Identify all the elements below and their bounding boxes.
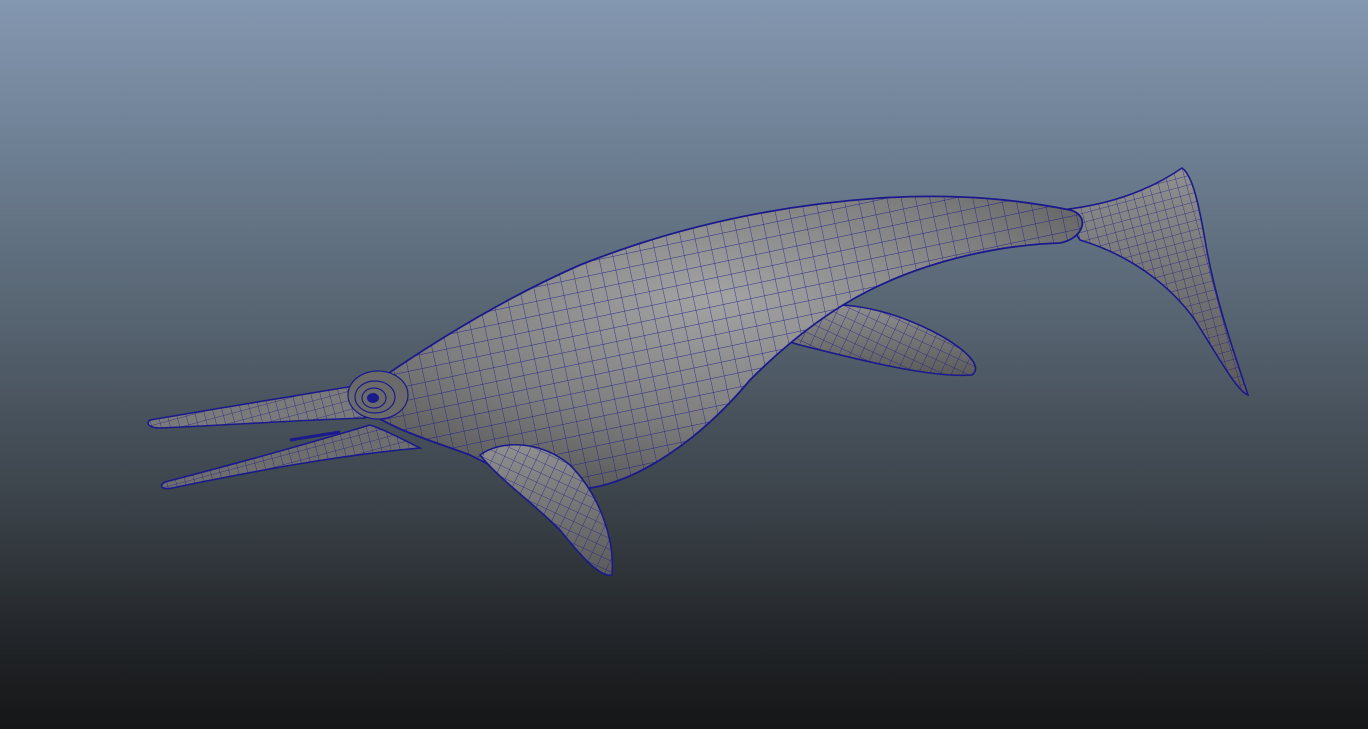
eye bbox=[347, 370, 409, 420]
body[interactable] bbox=[348, 195, 1084, 490]
3d-viewport[interactable] bbox=[0, 0, 1368, 729]
lower-jaw[interactable] bbox=[160, 424, 423, 490]
tail-fluke[interactable] bbox=[1058, 167, 1250, 397]
ichthyosaur-model[interactable] bbox=[0, 0, 1368, 729]
snout[interactable] bbox=[147, 384, 366, 429]
